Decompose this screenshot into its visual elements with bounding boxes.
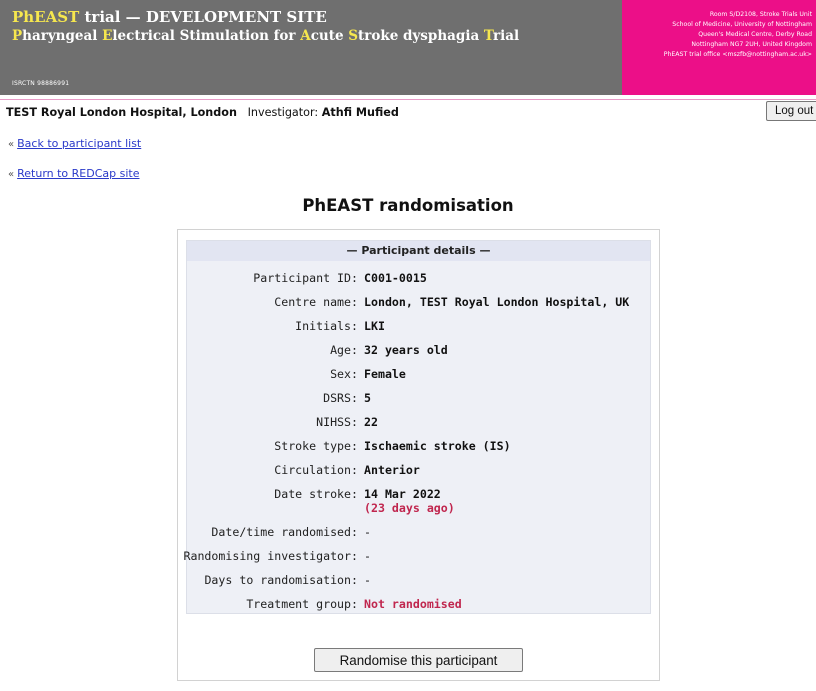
isrctn-number: ISRCTN 98886991 <box>12 80 70 87</box>
trial-name-segment: A <box>300 28 311 44</box>
site-header: PhEAST trial — DEVELOPMENT SITE Pharynge… <box>0 0 816 95</box>
trial-name-segment: T <box>483 28 493 44</box>
trial-name-segment: S <box>348 28 359 44</box>
nav-prefix: « <box>8 139 15 150</box>
investigator-label: Investigator: <box>247 106 319 119</box>
return-to-redcap-link[interactable]: Return to REDCap site <box>17 167 139 180</box>
back-nav: «Back to participant list <box>8 137 141 150</box>
investigator-name: Athfi Mufied <box>321 106 399 119</box>
redcap-nav: «Return to REDCap site <box>8 167 140 180</box>
site-title: PhEAST trial — DEVELOPMENT SITE <box>12 8 327 26</box>
treatment-status: Not randomised <box>364 597 462 611</box>
randomise-participant-button[interactable]: Randomise this participant <box>314 648 523 672</box>
randomisation-card: — Participant details — Participant ID: … <box>177 229 660 681</box>
address-line: Room S/D2108, Stroke Trials Unit <box>709 11 812 18</box>
trial-name-segment: troke dysphagia <box>358 28 484 44</box>
trial-name-segment: E <box>102 28 113 44</box>
trial-name-segment: lectrical Stimulation for <box>112 28 301 44</box>
site-name: TEST Royal London Hospital, London <box>6 106 237 119</box>
header-divider <box>0 99 816 100</box>
address-line: School of Medicine, University of Nottin… <box>672 21 812 28</box>
trial-name-segment: P <box>12 28 23 44</box>
trial-full-name: Pharyngeal Electrical Stimulation for Ac… <box>12 28 519 44</box>
address-line: Queen's Medical Centre, Derby Road <box>698 31 812 38</box>
nav-prefix: « <box>8 169 15 180</box>
header-title-block: PhEAST trial — DEVELOPMENT SITE Pharynge… <box>0 0 622 95</box>
address-line: Nottingham NG7 2UH, United Kingdom <box>691 41 812 48</box>
page-title: PhEAST randomisation <box>302 196 514 215</box>
logout-button[interactable]: Log out <box>766 101 816 121</box>
back-to-participant-list-link[interactable]: Back to participant list <box>17 137 141 150</box>
participant-details-heading: — Participant details — <box>187 241 650 261</box>
date-stroke-value: 14 Mar 2022 <box>364 487 441 501</box>
site-info-bar: TEST Royal London Hospital, London Inves… <box>6 106 399 119</box>
trial-name-segment: haryngeal <box>22 28 103 44</box>
contact-address: Room S/D2108, Stroke Trials Unit School … <box>622 0 816 95</box>
trial-name-segment: rial <box>493 28 520 44</box>
participant-details-panel: — Participant details — Participant ID: … <box>183 240 651 614</box>
days-ago-note: (23 days ago) <box>364 501 455 515</box>
trial-name-segment: cute <box>310 28 349 44</box>
address-line: PhEAST trial office <mszfb@nottingham.ac… <box>663 51 812 58</box>
